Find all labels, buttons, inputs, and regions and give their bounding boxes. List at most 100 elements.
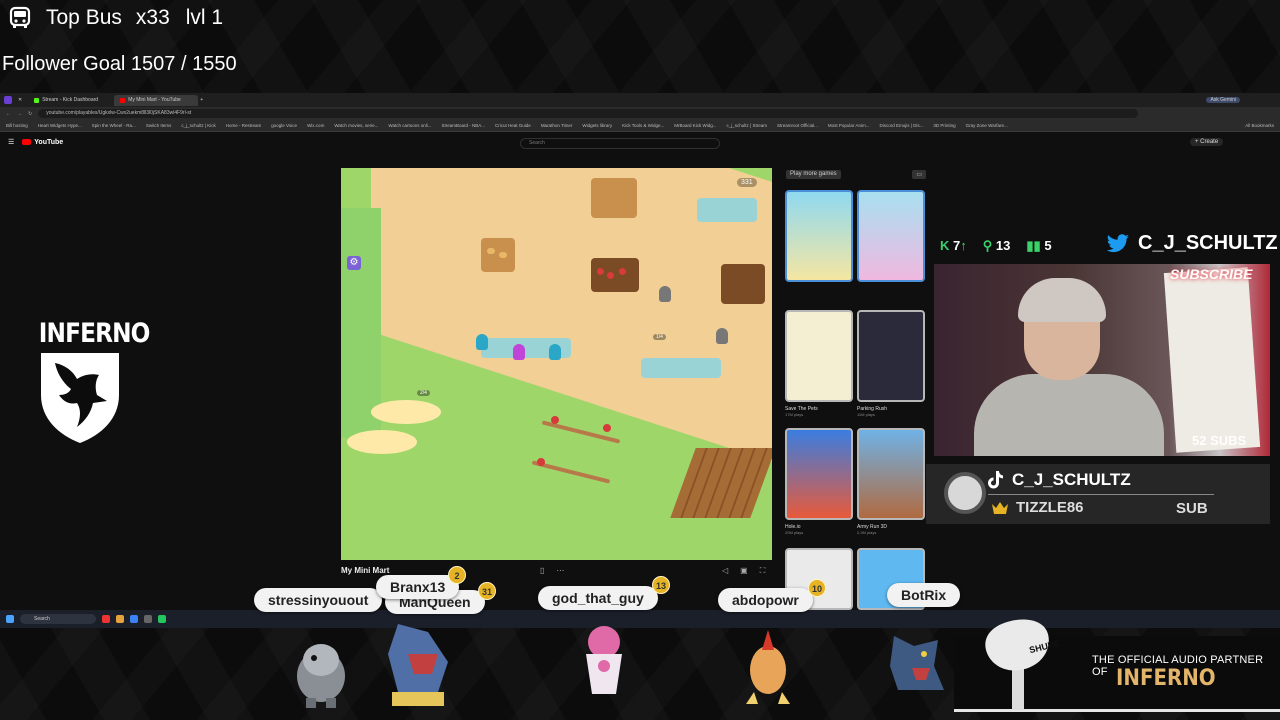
app-icon[interactable] [158, 615, 166, 623]
menu-icon[interactable]: ☰ [8, 138, 14, 146]
app-icon[interactable] [102, 615, 110, 623]
drink-cooler [697, 198, 757, 222]
divider [988, 494, 1214, 495]
tab-kick-dashboard[interactable]: Stream - Kick Dashboard [28, 95, 112, 106]
url-field[interactable]: youtube.com/playables/Ugkxlw-Cwx2uekm8ll… [38, 109, 1139, 118]
play-more-label: Play more games [786, 170, 841, 179]
new-tab-icon[interactable]: + [200, 97, 203, 103]
crown-icon [992, 501, 1008, 514]
game-caption: Save The Pets 17M plays [785, 406, 818, 417]
game-tile-hole-io[interactable] [785, 428, 853, 520]
youtube-play-icon [22, 139, 32, 145]
kick-favicon-icon [34, 97, 40, 103]
twitter-bird-icon [1106, 233, 1129, 252]
game-caption: Army Run 3D 2.2M plays [857, 524, 888, 535]
streamer-hoodie [974, 374, 1164, 456]
pokemon-sprite [586, 626, 622, 694]
ask-gemini-button[interactable]: Ask Gemini [1206, 97, 1240, 103]
apple-item [619, 268, 626, 275]
game-tile-parking-rush[interactable] [857, 310, 925, 402]
progress-tag: 2/4 [417, 390, 430, 396]
bookmark-icon[interactable]: ▯ [540, 566, 544, 575]
tiktok-handle: C_J_SCHULTZ [988, 470, 1131, 490]
subs-stat: ▮▮ 5 [1026, 238, 1052, 253]
settings-gear-icon[interactable]: ⚙ [347, 256, 361, 270]
apple-shelf [591, 258, 639, 292]
chat-badge: 31 [478, 582, 496, 600]
game-tile[interactable] [785, 190, 853, 282]
bookmark-item[interactable]: Watch movies, serie... [334, 123, 378, 128]
bookmark-item[interactable]: Most Popular Anim... [828, 123, 870, 128]
bookmark-item[interactable]: Wix.com [307, 123, 324, 128]
app-icon[interactable] [144, 615, 152, 623]
app-icon[interactable] [130, 615, 138, 623]
tab-search-icon[interactable] [4, 96, 12, 104]
forward-icon[interactable]: → [17, 111, 22, 117]
streamer-beanie [1018, 278, 1106, 322]
bookmark-item[interactable]: Discord Emojis | Dis... [879, 123, 923, 128]
app-icon[interactable] [116, 615, 124, 623]
close-icon[interactable]: ✕ [18, 97, 22, 103]
coin-counter: 331 [737, 178, 757, 187]
bus-title: Top Bus [46, 6, 122, 29]
chat-name-pill: stressinyouout [254, 588, 383, 612]
video-controls-right: ◁ ▣ ⛶ [722, 566, 765, 576]
bookmark-item[interactable]: Switch Items [146, 123, 172, 128]
bread-item [487, 248, 495, 254]
bookmark-item[interactable]: Kick Tools & Widge... [622, 123, 664, 128]
pokemon-sprite [388, 624, 448, 706]
bookmark-item[interactable]: c_j_schultz | Stream [727, 123, 767, 128]
windows-taskbar: Search [0, 610, 1280, 628]
bookmark-item[interactable]: Marathon Timer [541, 123, 573, 128]
windows-start-icon[interactable] [6, 615, 14, 623]
bookmark-item[interactable]: Heart Widgets Hype... [38, 123, 82, 128]
game-tile-army-run[interactable] [857, 428, 925, 520]
reload-icon[interactable]: ↻ [28, 111, 32, 117]
fullscreen-icon[interactable]: ⛶ [760, 566, 766, 576]
latest-sub: TIZZLE86 [992, 499, 1084, 516]
apple-tree [603, 424, 611, 432]
chat-name-pill: god_that_guy [538, 586, 658, 610]
taskbar-search-input[interactable]: Search [20, 614, 96, 624]
create-button[interactable]: + Create [1190, 138, 1224, 146]
apple-item [597, 268, 604, 275]
bookmark-item[interactable]: 3D Printing [933, 123, 955, 128]
bookmark-item[interactable]: google Voice [271, 123, 297, 128]
sponsor-brand: INFERNO [1116, 666, 1216, 691]
lion-shield-icon [41, 353, 119, 443]
subs-badge: 52 SUBS [1192, 433, 1247, 448]
bookmark-item[interactable]: StreamBoard - NBA... [442, 123, 486, 128]
bookmark-item[interactable]: Bill hosting [6, 123, 28, 128]
bookmark-item[interactable]: Home - Restream [226, 123, 262, 128]
bookmark-item[interactable]: All Bookmarks [1245, 123, 1274, 128]
mute-icon[interactable]: ◁ [722, 566, 728, 576]
bookmark-item[interactable]: MrBoard Kick Widg... [674, 123, 716, 128]
bookmark-item[interactable]: Watch cartoons onli... [388, 123, 431, 128]
game-tile[interactable] [857, 190, 925, 282]
game-tile-save-the-pets[interactable] [785, 310, 853, 402]
sub-label: SUB [1176, 500, 1208, 517]
view-all-button[interactable]: ▭ [912, 170, 926, 179]
kick-stat: K 7↑ [940, 238, 967, 253]
more-options-icon[interactable]: ⋯ [556, 566, 564, 575]
bookmark-item[interactable]: Gray Zone Warfare... [966, 123, 1008, 128]
subscribe-sign: SUBSCRIBE [1170, 266, 1253, 282]
game-canvas[interactable]: ⚙ 331 2/4 1/4 [341, 168, 772, 560]
side-shelf [721, 264, 765, 304]
bookmark-item[interactable]: Spin the Wheel - Ra... [92, 123, 136, 128]
chat-name-pill: abdopowr [718, 588, 813, 612]
bookmark-item[interactable]: Cricut Heat Guide [495, 123, 531, 128]
bookmark-item[interactable]: Widgets library [582, 123, 612, 128]
youtube-logo[interactable]: YouTube [22, 139, 63, 146]
customer [716, 328, 728, 344]
apple-tree [551, 416, 559, 424]
back-icon[interactable]: ← [6, 111, 11, 117]
pokemon-sprite [746, 630, 790, 704]
miniplayer-icon[interactable]: ▣ [740, 566, 748, 576]
youtube-search-input[interactable]: Search [520, 138, 720, 149]
progress-tag: 1/4 [653, 334, 666, 340]
bookmark-item[interactable]: Streamroot Official... [777, 123, 818, 128]
tab-youtube[interactable]: My Mini Mart - YouTube [114, 94, 199, 106]
checkout-counter-2 [641, 358, 721, 378]
bookmark-item[interactable]: c_j_schultz | Kick [181, 123, 215, 128]
